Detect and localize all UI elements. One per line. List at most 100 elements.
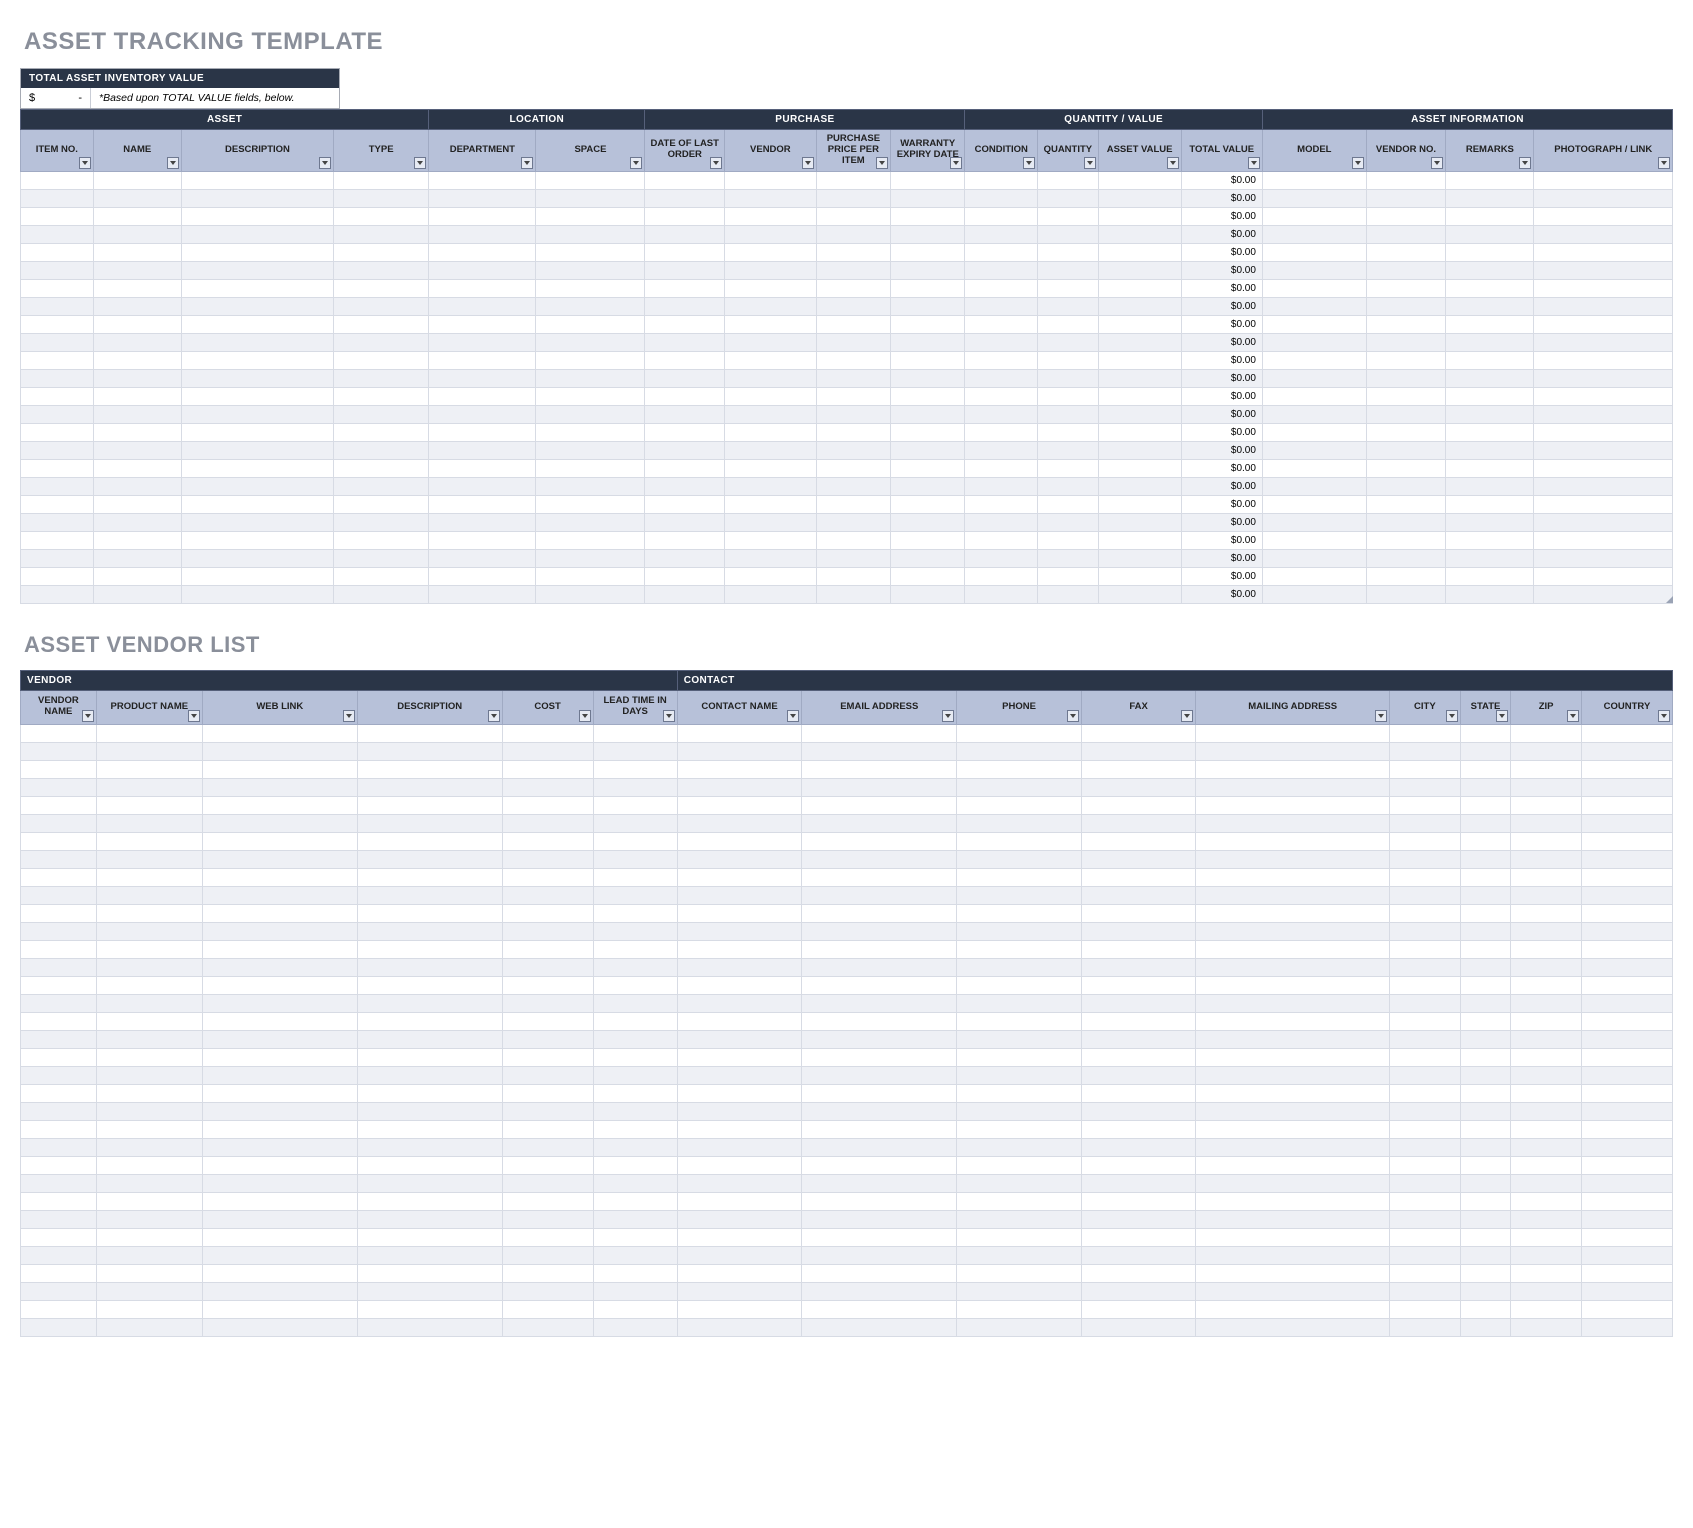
cell[interactable] — [1511, 724, 1582, 742]
cell[interactable] — [802, 1228, 957, 1246]
cell[interactable] — [1581, 760, 1672, 778]
table-row[interactable] — [21, 850, 1673, 868]
cell[interactable] — [502, 1030, 593, 1048]
cell[interactable] — [334, 531, 429, 549]
filter-dropdown-icon[interactable] — [1658, 157, 1670, 169]
cell[interactable] — [1098, 333, 1181, 351]
cell[interactable] — [1081, 976, 1196, 994]
cell[interactable] — [1366, 225, 1446, 243]
cell[interactable] — [725, 441, 817, 459]
cell[interactable] — [1196, 1102, 1390, 1120]
cell[interactable] — [334, 297, 429, 315]
cell[interactable] — [1366, 513, 1446, 531]
table-row[interactable] — [21, 958, 1673, 976]
cell[interactable]: $0.00 — [1181, 531, 1262, 549]
cell[interactable] — [1460, 1048, 1511, 1066]
table-row[interactable] — [21, 742, 1673, 760]
cell[interactable] — [93, 495, 181, 513]
cell[interactable] — [1460, 778, 1511, 796]
cell[interactable] — [725, 459, 817, 477]
cell[interactable] — [357, 958, 502, 976]
cell[interactable] — [1460, 1156, 1511, 1174]
cell[interactable] — [1534, 315, 1673, 333]
cell[interactable] — [202, 1048, 357, 1066]
cell[interactable] — [1366, 423, 1446, 441]
cell[interactable] — [677, 1264, 802, 1282]
cell[interactable] — [1196, 850, 1390, 868]
table-row[interactable] — [21, 1318, 1673, 1336]
cell[interactable] — [1534, 333, 1673, 351]
cell[interactable] — [1098, 567, 1181, 585]
cell[interactable] — [21, 279, 94, 297]
cell[interactable] — [21, 868, 97, 886]
cell[interactable] — [1081, 1066, 1196, 1084]
table-row[interactable] — [21, 778, 1673, 796]
cell[interactable] — [357, 832, 502, 850]
cell[interactable] — [1262, 369, 1366, 387]
cell[interactable] — [891, 369, 965, 387]
cell[interactable] — [1366, 459, 1446, 477]
cell[interactable] — [96, 760, 202, 778]
cell[interactable] — [645, 171, 725, 189]
cell[interactable] — [96, 904, 202, 922]
cell[interactable] — [536, 405, 645, 423]
cell[interactable] — [1366, 477, 1446, 495]
cell[interactable] — [1366, 369, 1446, 387]
cell[interactable] — [965, 351, 1038, 369]
asset-col-date-of-last-order[interactable]: DATE OF LAST ORDER — [645, 130, 725, 172]
cell[interactable] — [536, 315, 645, 333]
cell[interactable] — [1262, 261, 1366, 279]
cell[interactable] — [1038, 549, 1099, 567]
cell[interactable] — [677, 1030, 802, 1048]
cell[interactable] — [536, 333, 645, 351]
cell[interactable] — [1262, 243, 1366, 261]
table-row[interactable]: $0.00 — [21, 207, 1673, 225]
cell[interactable] — [1460, 1228, 1511, 1246]
cell[interactable] — [593, 1084, 677, 1102]
cell[interactable] — [357, 1228, 502, 1246]
cell[interactable] — [536, 549, 645, 567]
cell[interactable] — [1581, 1300, 1672, 1318]
cell[interactable] — [965, 189, 1038, 207]
cell[interactable] — [891, 495, 965, 513]
cell[interactable] — [1081, 1210, 1196, 1228]
cell[interactable] — [1390, 994, 1461, 1012]
cell[interactable] — [891, 477, 965, 495]
cell[interactable] — [1081, 904, 1196, 922]
cell[interactable] — [1511, 1048, 1582, 1066]
cell[interactable] — [957, 1210, 1082, 1228]
cell[interactable] — [1460, 760, 1511, 778]
filter-dropdown-icon[interactable] — [1352, 157, 1364, 169]
cell[interactable] — [1081, 1030, 1196, 1048]
vendor-col-mailing-address[interactable]: MAILING ADDRESS — [1196, 690, 1390, 724]
cell[interactable] — [1581, 1084, 1672, 1102]
cell[interactable] — [965, 513, 1038, 531]
cell[interactable] — [21, 441, 94, 459]
cell[interactable] — [1390, 868, 1461, 886]
cell[interactable] — [21, 1210, 97, 1228]
cell[interactable] — [536, 369, 645, 387]
cell[interactable] — [1098, 477, 1181, 495]
cell[interactable] — [21, 958, 97, 976]
cell[interactable] — [181, 369, 333, 387]
cell[interactable] — [1581, 1102, 1672, 1120]
cell[interactable] — [21, 1048, 97, 1066]
asset-col-quantity[interactable]: QUANTITY — [1038, 130, 1099, 172]
cell[interactable] — [21, 459, 94, 477]
cell[interactable] — [1446, 567, 1534, 585]
cell[interactable] — [1460, 1120, 1511, 1138]
cell[interactable] — [1581, 940, 1672, 958]
cell[interactable] — [1534, 207, 1673, 225]
cell[interactable] — [502, 778, 593, 796]
cell[interactable] — [502, 1210, 593, 1228]
cell[interactable] — [1390, 1210, 1461, 1228]
cell[interactable] — [1390, 1318, 1461, 1336]
cell[interactable] — [957, 1174, 1082, 1192]
cell[interactable]: $0.00 — [1181, 351, 1262, 369]
cell[interactable] — [1081, 850, 1196, 868]
table-row[interactable]: $0.00 — [21, 585, 1673, 603]
cell[interactable] — [1081, 1048, 1196, 1066]
cell[interactable] — [957, 904, 1082, 922]
table-row[interactable]: $0.00 — [21, 441, 1673, 459]
cell[interactable] — [21, 1012, 97, 1030]
